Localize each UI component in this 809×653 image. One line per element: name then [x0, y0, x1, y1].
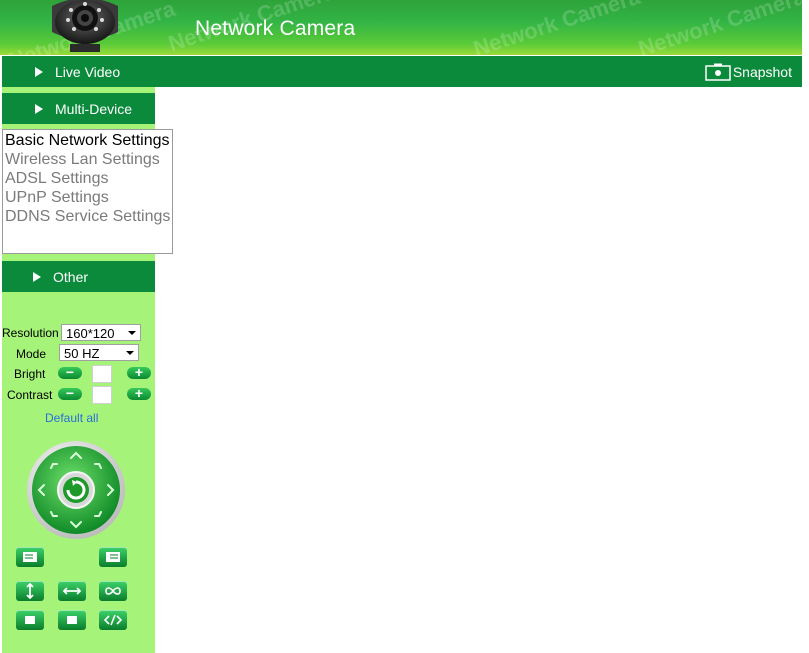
network-settings-submenu: Basic Network Settings Wireless Lan Sett… [2, 129, 173, 254]
stop-horizontal-button[interactable] [58, 610, 86, 630]
ptz-joystick-icon[interactable] [26, 440, 126, 540]
nav-live-video[interactable]: Live Video [2, 56, 155, 87]
horizontal-patrol-button[interactable] [58, 581, 86, 601]
contrast-label: Contrast [7, 388, 53, 402]
app-title: Network Camera [195, 17, 356, 40]
bright-label: Bright [14, 367, 46, 381]
chevron-down-icon [128, 331, 136, 335]
camera-logo-icon [52, 0, 118, 52]
vertical-arrows-icon [26, 583, 34, 599]
mode-label: Mode [16, 347, 47, 361]
submenu-item-ddns[interactable]: DDNS Service Settings [3, 207, 172, 226]
code-switch-icon [104, 614, 122, 626]
nav-live-video-label: Live Video [55, 63, 121, 80]
contrast-decrease-button[interactable]: − [58, 386, 82, 400]
resolution-value: 160*120 [66, 326, 115, 341]
preset-call-button[interactable] [99, 547, 127, 567]
triangle-right-icon [33, 271, 41, 282]
nav-multi-device[interactable]: Multi-Device [2, 93, 155, 124]
mode-value: 50 HZ [64, 346, 100, 361]
nav-multi-device-label: Multi-Device [55, 100, 133, 117]
snapshot-button[interactable]: Snapshot [705, 62, 792, 82]
contrast-increase-button[interactable]: + [127, 386, 151, 400]
bright-value-field[interactable] [92, 365, 112, 383]
header-watermark: Network Camera [470, 0, 644, 55]
resolution-label: Resolution [2, 326, 59, 340]
header-watermark: Network Camera [635, 0, 802, 55]
submenu-item-basic-network[interactable]: Basic Network Settings [3, 131, 172, 150]
mode-select[interactable]: 50 HZ [59, 344, 139, 361]
io-switch-button[interactable] [99, 610, 127, 630]
preset-call-icon [106, 552, 120, 562]
bright-decrease-button[interactable]: − [58, 365, 82, 379]
preset-set-icon [23, 552, 37, 562]
triangle-right-icon [35, 103, 43, 114]
triangle-right-icon [35, 66, 43, 77]
nav-other-label: Other [53, 268, 89, 285]
nav-other[interactable]: Other [2, 261, 155, 292]
app-header: Network Camera Network Camera Network Ca… [0, 0, 802, 55]
video-toolbar: Snapshot [155, 56, 802, 87]
camera-icon [705, 63, 731, 81]
stop-square-icon [67, 616, 77, 624]
chevron-down-icon [126, 351, 134, 355]
preset-set-button[interactable] [16, 547, 44, 567]
infinity-icon [105, 587, 121, 595]
stop-square-icon [25, 616, 35, 624]
submenu-item-upnp[interactable]: UPnP Settings [3, 188, 172, 207]
snapshot-label: Snapshot [732, 64, 792, 80]
submenu-item-adsl[interactable]: ADSL Settings [3, 169, 172, 188]
loop-patrol-button[interactable] [99, 581, 127, 601]
bright-increase-button[interactable]: + [127, 365, 151, 379]
vertical-patrol-button[interactable] [16, 581, 44, 601]
default-all-link[interactable]: Default all [45, 411, 98, 425]
resolution-select[interactable]: 160*120 [61, 324, 141, 341]
contrast-value-field[interactable] [92, 386, 112, 404]
submenu-item-wireless-lan[interactable]: Wireless Lan Settings [3, 150, 172, 169]
stop-vertical-button[interactable] [16, 610, 44, 630]
horizontal-arrows-icon [63, 587, 81, 595]
